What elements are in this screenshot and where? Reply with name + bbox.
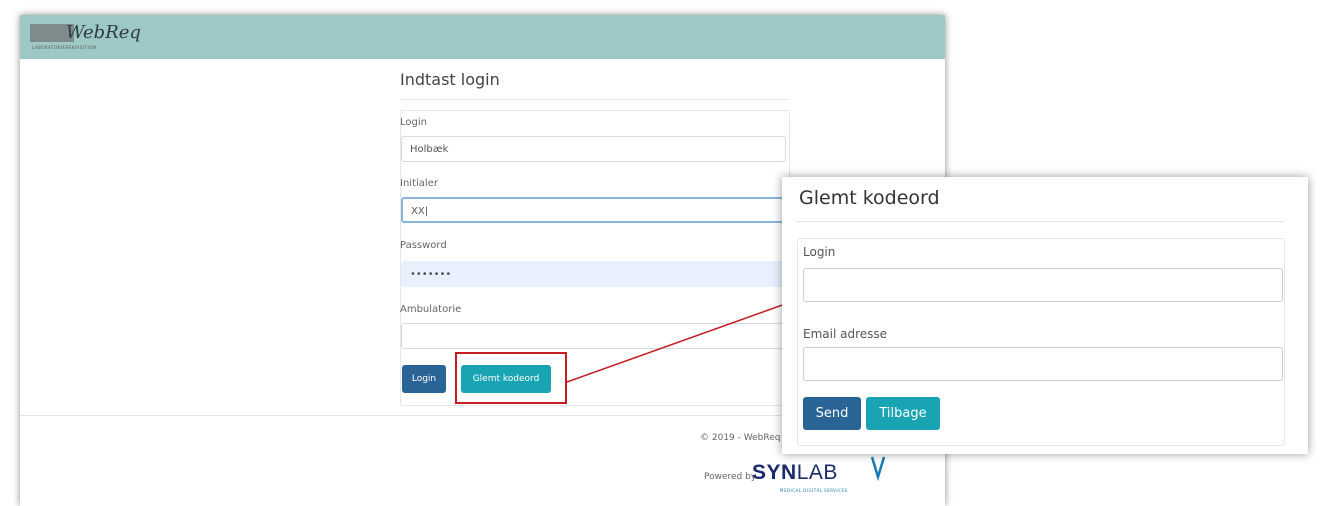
- ambulatorie-label: Ambulatorie: [400, 304, 462, 315]
- dialog-divider: [796, 221, 1284, 222]
- initialer-input[interactable]: XX|: [401, 197, 786, 223]
- synlab-v-icon: [870, 456, 886, 481]
- login-form-title: Indtast login: [400, 70, 500, 89]
- dialog-email-input[interactable]: [803, 347, 1283, 381]
- logo-text: WebReq: [66, 22, 141, 43]
- logo-subtext: LABORATORIEREKVISITION: [32, 45, 97, 50]
- title-divider: [400, 99, 788, 100]
- login-label: Login: [400, 117, 427, 128]
- initialer-label: Initialer: [400, 178, 438, 189]
- copyright-text: © 2019 - WebReq: [700, 433, 781, 443]
- dialog-login-input[interactable]: [803, 268, 1283, 302]
- glemt-kodeord-dialog: Glemt kodeord Login Email adresse Send T…: [782, 177, 1308, 454]
- ambulatorie-input[interactable]: [401, 323, 786, 349]
- dialog-title: Glemt kodeord: [799, 187, 940, 209]
- header-bar: WebReq LABORATORIEREKVISITION: [20, 15, 945, 59]
- webreq-logo[interactable]: WebReq LABORATORIEREKVISITION: [30, 20, 158, 52]
- login-input[interactable]: Holbæk: [401, 136, 786, 162]
- password-label: Password: [400, 240, 447, 251]
- synlab-lab: LAB: [796, 461, 838, 484]
- login-button[interactable]: Login: [402, 365, 446, 393]
- synlab-syn: SYN: [752, 461, 797, 484]
- highlight-box: [455, 352, 567, 404]
- synlab-subtext: MEDICAL DIGITAL SERVICES: [780, 488, 848, 493]
- send-button[interactable]: Send: [803, 397, 861, 430]
- password-input[interactable]: •••••••: [401, 261, 786, 287]
- powered-by-text: Powered by: [704, 472, 757, 482]
- tilbage-button[interactable]: Tilbage: [866, 397, 940, 430]
- dialog-email-label: Email adresse: [803, 327, 888, 341]
- synlab-logo: SYNLAB: [752, 461, 838, 485]
- dialog-login-label: Login: [803, 245, 836, 259]
